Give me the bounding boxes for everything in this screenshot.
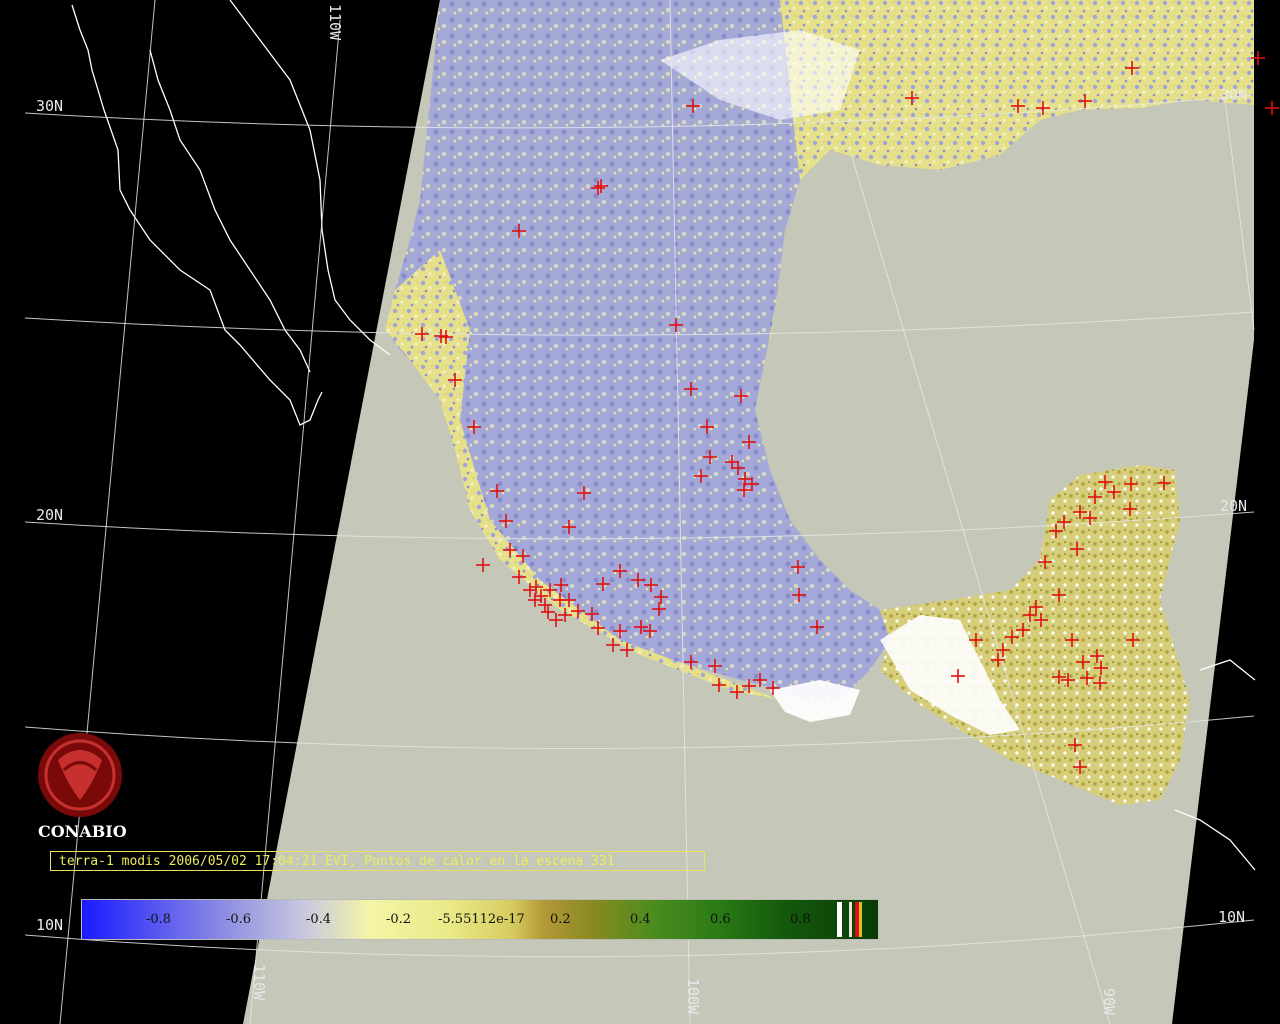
coastline-baja-west	[71, 4, 323, 426]
colorbar-tick: 0.4	[630, 912, 651, 927]
label-lat-30n-left: 30N	[36, 97, 64, 115]
colorbar-tick: -5.55112e-17	[438, 912, 525, 927]
colorbar-cloud-swatch	[837, 902, 842, 937]
conabio-logo-text: CONABIO	[38, 822, 127, 841]
label-lat-10n-right: 10N	[1218, 908, 1246, 926]
coastline-sonora	[229, 0, 391, 356]
map-stage: 110W 110W 100W 90W 30N 30N 20N 20N 10N 1…	[0, 0, 1280, 1024]
label-lon-100w: 100W	[684, 978, 702, 1015]
label-lat-30n-right: 30N	[1220, 86, 1248, 104]
colorbar-tick: 0.8	[790, 912, 811, 927]
label-lon-110w-top: 110W	[326, 4, 344, 41]
coastline-baja-east	[149, 49, 311, 373]
label-lon-90w: 90W	[1100, 988, 1118, 1016]
colorbar-tick: -0.8	[146, 912, 172, 927]
scene-caption: terra-1 modis 2006/05/02 17:04:21 EVI, P…	[50, 851, 705, 871]
colorbar-tick: 0.6	[710, 912, 731, 927]
label-lat-20n-left: 20N	[36, 506, 64, 524]
colorbar-tick: -0.4	[306, 912, 332, 927]
label-lat-20n-right: 20N	[1220, 497, 1248, 515]
colorbar-tick: 0.2	[550, 912, 571, 927]
label-lon-110w-bottom: 110W	[250, 964, 268, 1001]
colorbar-tick: -0.2	[386, 912, 412, 927]
label-lat-10n-left: 10N	[36, 916, 64, 934]
colorbar-swath-swatch	[849, 902, 852, 937]
colorbar-tick: -0.6	[226, 912, 252, 927]
evi-colorbar: -0.8 -0.6 -0.4 -0.2 -5.55112e-17 0.2 0.4…	[81, 899, 879, 940]
conabio-logo-emblem	[38, 733, 122, 817]
colorbar-water-swatch	[859, 902, 862, 937]
hotspot-marker	[1265, 101, 1279, 115]
